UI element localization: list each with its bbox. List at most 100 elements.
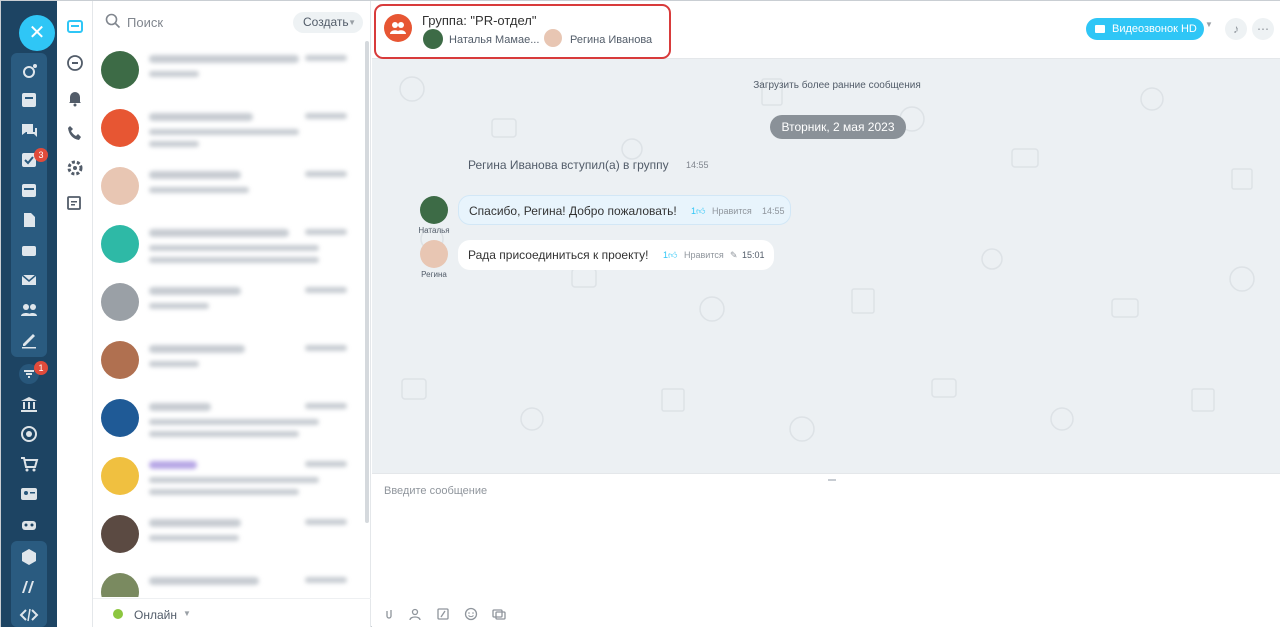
list-item[interactable]: [93, 99, 363, 157]
marketplace-icon[interactable]: [18, 576, 40, 598]
command-icon[interactable]: [436, 607, 450, 621]
group-avatar: [101, 109, 139, 147]
message-feed: Загрузить более ранние сообщения Вторник…: [372, 59, 1280, 473]
like-button[interactable]: Нравится: [712, 196, 752, 226]
code-icon[interactable]: [18, 604, 40, 626]
user-mention-icon[interactable]: [408, 607, 422, 621]
target-icon[interactable]: [18, 423, 40, 445]
avatar: [101, 515, 139, 553]
settings-gear-icon[interactable]: [65, 158, 85, 178]
tasks-badge: 3: [34, 148, 48, 162]
workgroups-icon[interactable]: [18, 299, 40, 321]
mail-icon[interactable]: [18, 269, 40, 291]
load-earlier-link[interactable]: Загрузить более ранние сообщения: [372, 80, 1280, 91]
thumbs-up-icon: 👍︎: [696, 206, 706, 216]
list-item[interactable]: [93, 331, 363, 389]
chat-header: Группа: "PR-отдел" Наталья Мамае... Реги…: [372, 1, 1280, 59]
message-text: Спасибо, Регина! Добро пожаловать!: [469, 204, 677, 218]
group-avatar[interactable]: [384, 14, 412, 42]
list-item[interactable]: [93, 447, 363, 505]
message-input[interactable]: Введите сообщение: [384, 485, 487, 497]
camera-icon: [1095, 25, 1105, 33]
chat-list: [93, 41, 363, 597]
message-text: Рада присоединиться к проекту!: [468, 248, 649, 262]
avatar: [101, 167, 139, 205]
box-icon[interactable]: [18, 546, 40, 568]
left-rail: ✕ 3 1: [1, 1, 57, 627]
list-item[interactable]: [93, 157, 363, 215]
openlines-icon[interactable]: [65, 53, 85, 73]
group-avatar: [101, 399, 139, 437]
smile-icon[interactable]: [464, 607, 478, 621]
edited-pencil-icon: ✎: [730, 250, 738, 260]
robot-icon[interactable]: [18, 513, 40, 535]
chats-tab-icon[interactable]: [65, 18, 85, 38]
list-item[interactable]: [93, 505, 363, 563]
chat-area: Группа: "PR-отдел" Наталья Мамае... Реги…: [372, 1, 1280, 627]
avatar[interactable]: [420, 196, 448, 224]
phone-icon[interactable]: [65, 123, 85, 143]
member-name[interactable]: Регина Иванова: [570, 34, 652, 46]
bell-icon[interactable]: [65, 88, 85, 108]
chevron-down-icon: ▼: [183, 609, 191, 618]
group-icon: [390, 22, 406, 34]
calendar-icon[interactable]: [18, 179, 40, 201]
author-caption: Регина: [421, 270, 447, 279]
create-button[interactable]: Создать ▼: [293, 12, 363, 33]
resize-handle[interactable]: [828, 479, 836, 481]
cart-icon[interactable]: [18, 453, 40, 475]
video-call-button[interactable]: Видеозвонок HD: [1086, 18, 1204, 40]
avatar[interactable]: [544, 29, 562, 47]
author-caption: Наталья: [418, 226, 450, 235]
message-bubble: Спасибо, Регина! Добро пожаловать! 1👍︎ Н…: [458, 195, 791, 225]
message-bubble: Рада присоединиться к проекту! 1👍︎ Нрави…: [458, 240, 774, 270]
forms-icon[interactable]: [492, 607, 506, 621]
messenger-window: ✕ 3 1 Поиск Создать ▼ Онлайн ▼ Группа: "…: [0, 0, 1280, 627]
avatar: [101, 51, 139, 89]
status-selector[interactable]: Онлайн ▼: [93, 598, 371, 627]
chevron-down-icon: ▼: [348, 18, 356, 27]
attach-icon[interactable]: [382, 607, 396, 621]
status-label: Онлайн: [134, 608, 177, 622]
search-icon: [105, 13, 121, 29]
message-time: 15:01: [742, 250, 765, 260]
video-call-label: Видеозвонок HD: [1112, 23, 1197, 35]
notifications-icon[interactable]: ♪: [1225, 18, 1247, 40]
avatar: [101, 457, 139, 495]
system-message: Регина Иванова вступил(а) в группу: [468, 158, 669, 172]
chevron-down-icon[interactable]: ▼: [1205, 20, 1219, 29]
scrollbar[interactable]: [365, 41, 369, 523]
member-name[interactable]: Наталья Мамае...: [449, 34, 539, 46]
list-item[interactable]: [93, 389, 363, 447]
avatar[interactable]: [420, 240, 448, 268]
sign-icon[interactable]: [18, 329, 40, 351]
list-item[interactable]: [93, 273, 363, 331]
close-icon[interactable]: ✕: [19, 15, 55, 51]
avatar: [101, 573, 139, 597]
more-icon[interactable]: ⋯: [1252, 18, 1274, 40]
group-avatar: [101, 225, 139, 263]
activity-icon[interactable]: [18, 61, 40, 83]
chat-title[interactable]: Группа: "PR-отдел": [422, 13, 536, 28]
chat-icon[interactable]: [18, 119, 40, 141]
notifications-badge: 1: [34, 361, 48, 375]
bank-icon[interactable]: [18, 393, 40, 415]
system-message-time: 14:55: [686, 160, 709, 170]
avatar[interactable]: [423, 29, 443, 49]
avatar: [101, 283, 139, 321]
document-icon[interactable]: [18, 209, 40, 231]
contact-card-icon[interactable]: [18, 483, 40, 505]
create-button-label: Создать: [303, 15, 349, 29]
date-separator: Вторник, 2 мая 2023: [770, 115, 906, 139]
drive-icon[interactable]: [18, 239, 40, 261]
list-item[interactable]: [93, 41, 363, 99]
message-time: 14:55: [762, 206, 785, 216]
thumbs-up-icon: 👍︎: [668, 250, 678, 260]
list-item[interactable]: [93, 215, 363, 273]
search-placeholder: Поиск: [127, 15, 164, 30]
notes-icon[interactable]: [65, 193, 85, 213]
list-item[interactable]: [93, 563, 363, 597]
message-composer[interactable]: Введите сообщение: [372, 473, 1280, 627]
like-button[interactable]: Нравится: [684, 240, 724, 270]
news-icon[interactable]: [18, 89, 40, 111]
